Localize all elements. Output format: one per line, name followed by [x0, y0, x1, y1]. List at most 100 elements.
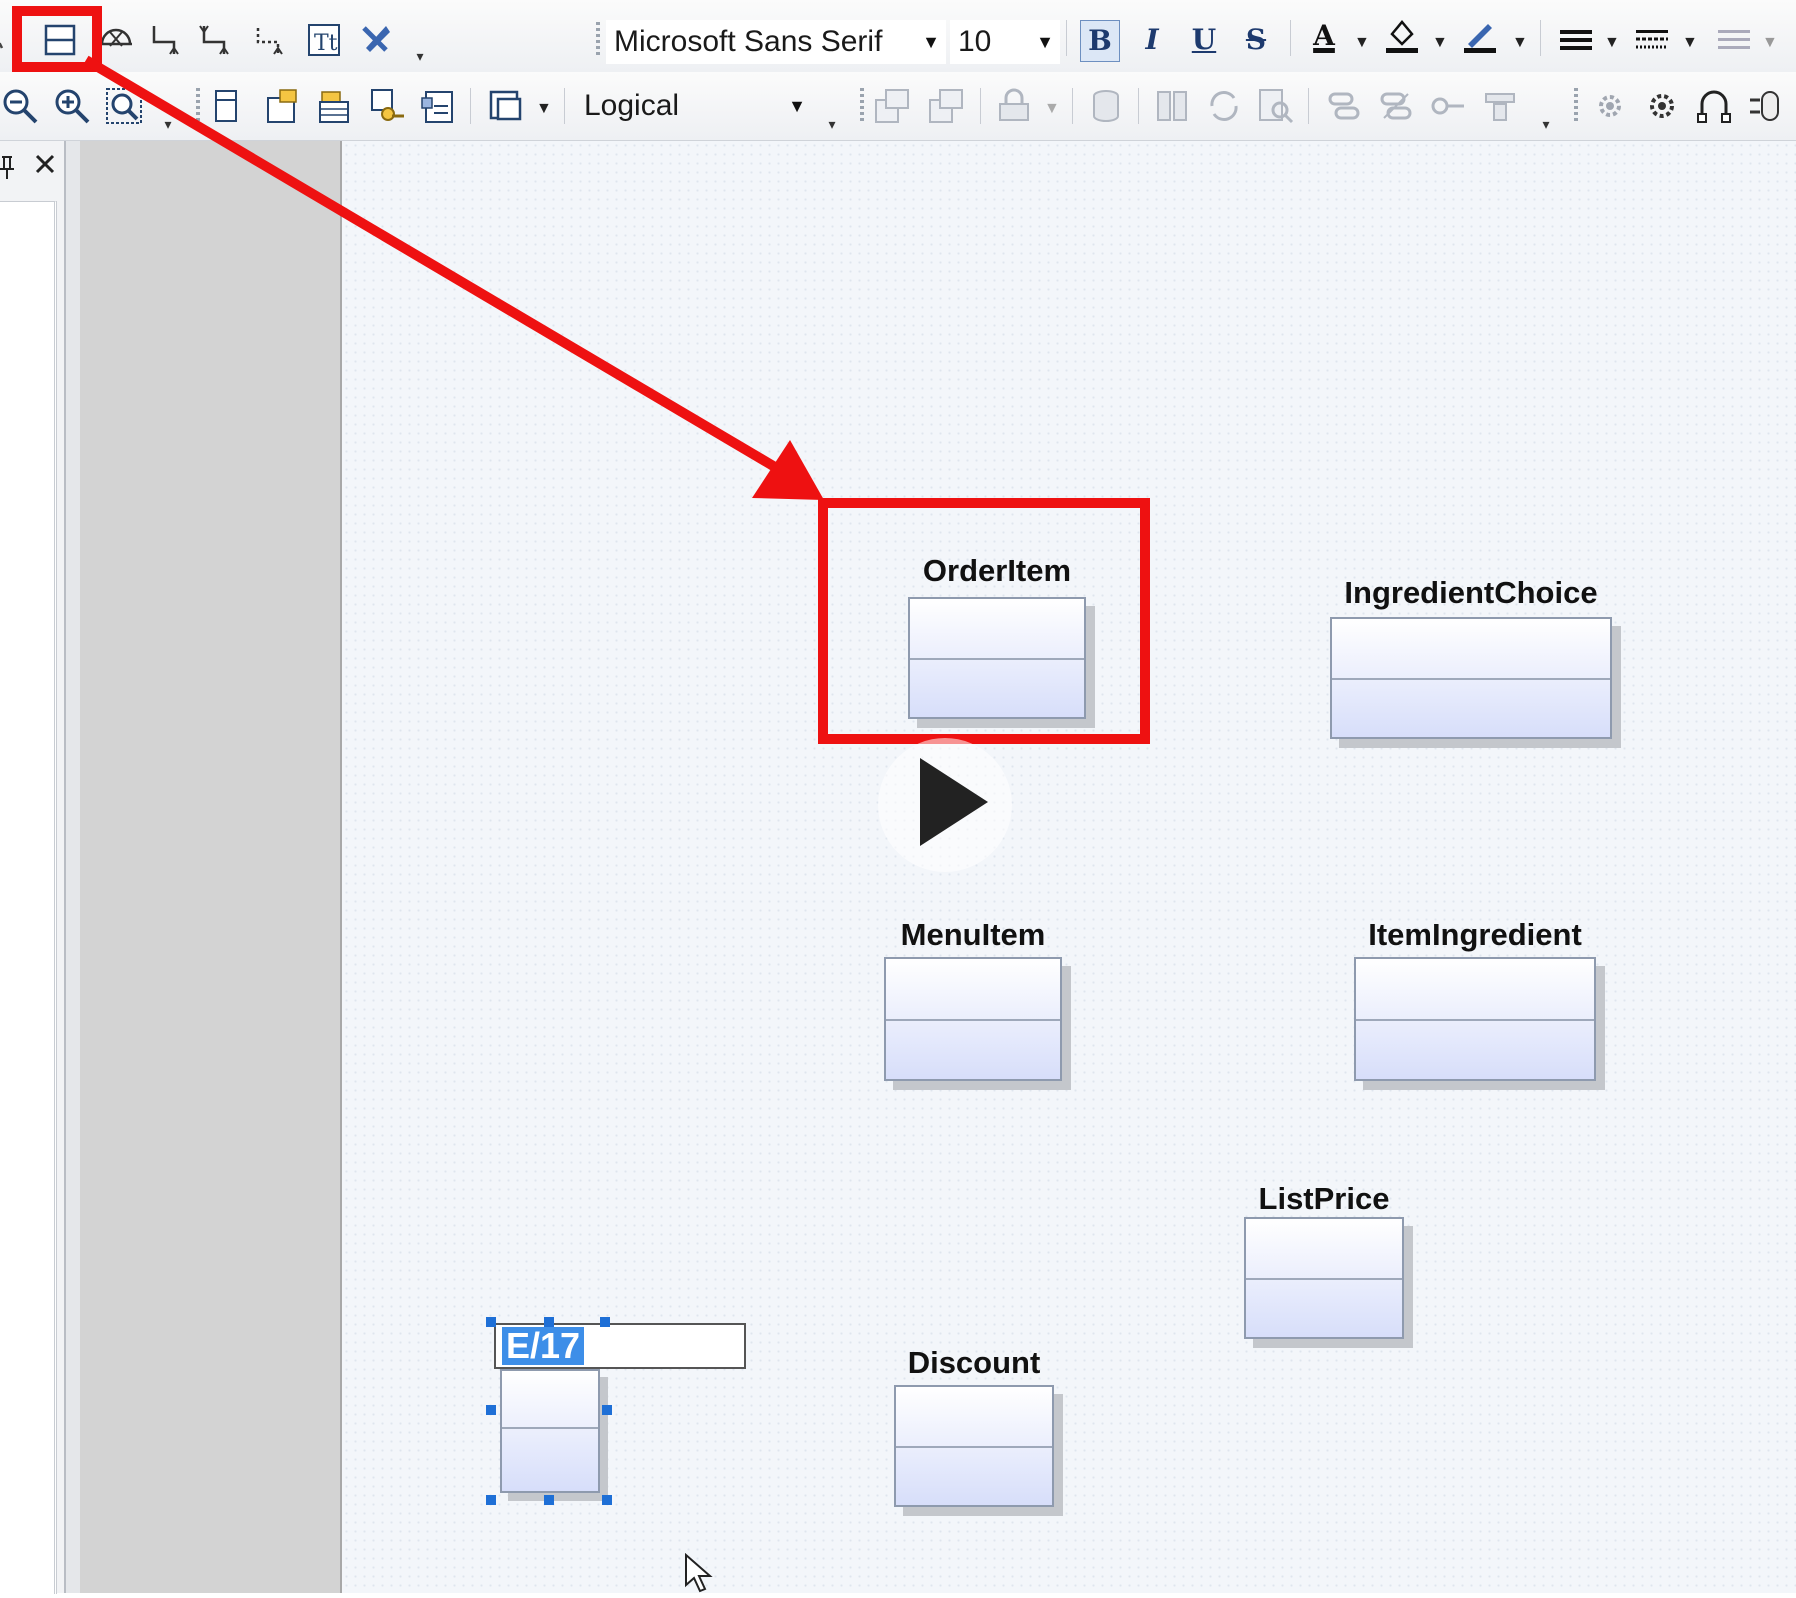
resize-handle[interactable] — [602, 1495, 612, 1505]
zoom-out-icon[interactable] — [0, 86, 40, 126]
resize-handle[interactable] — [544, 1495, 554, 1505]
lock-icon[interactable] — [994, 86, 1034, 126]
toolbar-grip[interactable] — [596, 22, 600, 56]
model-view-combo[interactable]: Logical ▼ — [576, 84, 812, 128]
line-style-icon[interactable] — [1556, 20, 1596, 60]
entity-box[interactable] — [1244, 1217, 1404, 1339]
chevron-down-icon[interactable]: ▼ — [1354, 34, 1370, 52]
forward-engineer-icon[interactable] — [872, 86, 912, 126]
chevron-down-icon[interactable]: ▼ — [1762, 34, 1778, 52]
highlight-box-orderitem — [818, 498, 1150, 744]
toolbar-separator — [564, 88, 565, 124]
font-name-combo[interactable]: Microsoft Sans Serif ▼ — [606, 20, 946, 64]
entity-box[interactable] — [1354, 957, 1596, 1081]
bold-button[interactable]: B — [1080, 20, 1120, 62]
chevron-down-icon[interactable]: ▼ — [1512, 34, 1528, 52]
resize-handle[interactable] — [486, 1405, 496, 1415]
model-explorer-tree[interactable] — [0, 201, 57, 1594]
svg-text:Tt: Tt — [314, 31, 338, 56]
underline-button[interactable]: U — [1184, 20, 1224, 62]
chevron-down-icon[interactable]: ▼ — [922, 20, 940, 64]
toolbar-grip[interactable] — [1574, 88, 1578, 122]
generate-icon[interactable] — [1590, 86, 1630, 126]
index-icon[interactable] — [418, 86, 458, 126]
refresh-icon[interactable] — [1204, 86, 1244, 126]
submodel-icon[interactable] — [1480, 86, 1520, 126]
open-model-icon[interactable] — [262, 86, 302, 126]
zoom-fit-icon[interactable] — [104, 86, 144, 126]
play-icon[interactable] — [878, 738, 1012, 872]
panel-splitter[interactable] — [66, 141, 81, 1593]
toolbar-overflow-icon[interactable]: ▾ — [1538, 116, 1554, 132]
toolbar-drawing: Tt ▾ Microsoft Sans Serif ▼ 10 ▼ B I U S… — [0, 0, 1796, 73]
entity-box[interactable] — [1330, 617, 1612, 739]
resize-handle[interactable] — [602, 1405, 612, 1415]
toolbar-overflow-icon[interactable]: ▾ — [412, 48, 428, 64]
compare-icon[interactable] — [1152, 86, 1192, 126]
font-color-button[interactable]: A — [1304, 16, 1344, 58]
find-icon[interactable] — [1256, 86, 1296, 126]
entity-ingredientchoice[interactable]: IngredientChoice — [1330, 575, 1612, 739]
entity-box[interactable] — [894, 1385, 1054, 1507]
diagram-canvas[interactable]: OrderItem IngredientChoice MenuItem Item… — [342, 141, 1796, 1593]
pin-icon[interactable] — [0, 155, 14, 181]
database-icon[interactable] — [1086, 86, 1126, 126]
chevron-down-icon[interactable]: ▼ — [1604, 34, 1620, 52]
toolbar-separator — [1066, 20, 1067, 56]
chevron-down-icon[interactable]: ▼ — [1044, 100, 1060, 118]
entity-discount[interactable]: Discount — [894, 1345, 1054, 1507]
entity-name: MenuItem — [900, 917, 1046, 952]
chevron-down-icon[interactable]: ▼ — [1036, 20, 1054, 64]
chevron-down-icon[interactable]: ▼ — [1682, 34, 1698, 52]
toolbar-separator — [470, 88, 471, 124]
dotted-link-tool-icon[interactable] — [250, 20, 290, 60]
subject-area-icon[interactable] — [486, 86, 526, 126]
multi-relationship-tool-icon[interactable] — [196, 20, 236, 60]
fill-color-icon[interactable] — [1382, 16, 1422, 56]
close-icon[interactable] — [34, 153, 56, 175]
entity-name-editor[interactable]: E/17 — [494, 1323, 746, 1369]
entity-listprice[interactable]: ListPrice — [1244, 1181, 1404, 1339]
key-icon[interactable] — [366, 86, 406, 126]
key-settings-icon[interactable] — [1428, 86, 1468, 126]
toolbar-separator — [980, 88, 981, 124]
unlink-icon[interactable] — [1376, 86, 1416, 126]
toolbar-overflow-icon[interactable]: ▾ — [160, 116, 176, 132]
chevron-down-icon[interactable]: ▼ — [536, 100, 552, 118]
resize-handle[interactable] — [486, 1495, 496, 1505]
arrow-style-icon[interactable] — [1714, 20, 1754, 60]
link-icon[interactable] — [1324, 86, 1364, 126]
strikethrough-button[interactable]: S — [1236, 20, 1276, 62]
entity-itemingredient[interactable]: ItemIngredient — [1354, 917, 1596, 1081]
more-tools-icon[interactable] — [1746, 86, 1786, 126]
chevron-down-icon[interactable]: ▼ — [1432, 34, 1448, 52]
line-color-icon[interactable] — [1460, 16, 1500, 56]
pin-tool-icon[interactable] — [356, 18, 396, 58]
entity-box[interactable] — [884, 957, 1062, 1081]
chevron-down-icon[interactable]: ▼ — [788, 84, 806, 128]
relationship-tool-icon[interactable] — [146, 20, 186, 60]
model-explorer-panel — [0, 141, 66, 1594]
new-entity-icon[interactable] — [206, 86, 246, 126]
entity-name-selection: E/17 — [502, 1327, 585, 1365]
resize-handle[interactable] — [600, 1317, 610, 1327]
entity-menuitem[interactable]: MenuItem — [884, 917, 1062, 1081]
entity-name: IngredientChoice — [1344, 575, 1598, 610]
settings-icon[interactable] — [1642, 86, 1682, 126]
toolbar-separator — [1138, 88, 1139, 124]
font-size-combo[interactable]: 10 ▼ — [950, 20, 1060, 64]
table-icon[interactable] — [314, 86, 354, 126]
dash-style-icon[interactable] — [1632, 20, 1672, 60]
toolbar-overflow-icon[interactable]: ▾ — [824, 116, 840, 132]
italic-button[interactable]: I — [1132, 20, 1172, 62]
relationship-navigator-icon[interactable] — [1694, 86, 1734, 126]
text-tool-icon[interactable]: Tt — [304, 20, 344, 60]
zoom-in-icon[interactable] — [52, 86, 92, 126]
new-entity-box[interactable] — [500, 1369, 600, 1493]
resize-handle[interactable] — [486, 1317, 496, 1327]
inheritance-tool-icon[interactable] — [96, 18, 136, 58]
resize-handle[interactable] — [544, 1317, 554, 1327]
toolbar-grip[interactable] — [860, 88, 864, 122]
reverse-engineer-icon[interactable] — [926, 86, 966, 126]
toolbar-grip[interactable] — [196, 88, 200, 122]
